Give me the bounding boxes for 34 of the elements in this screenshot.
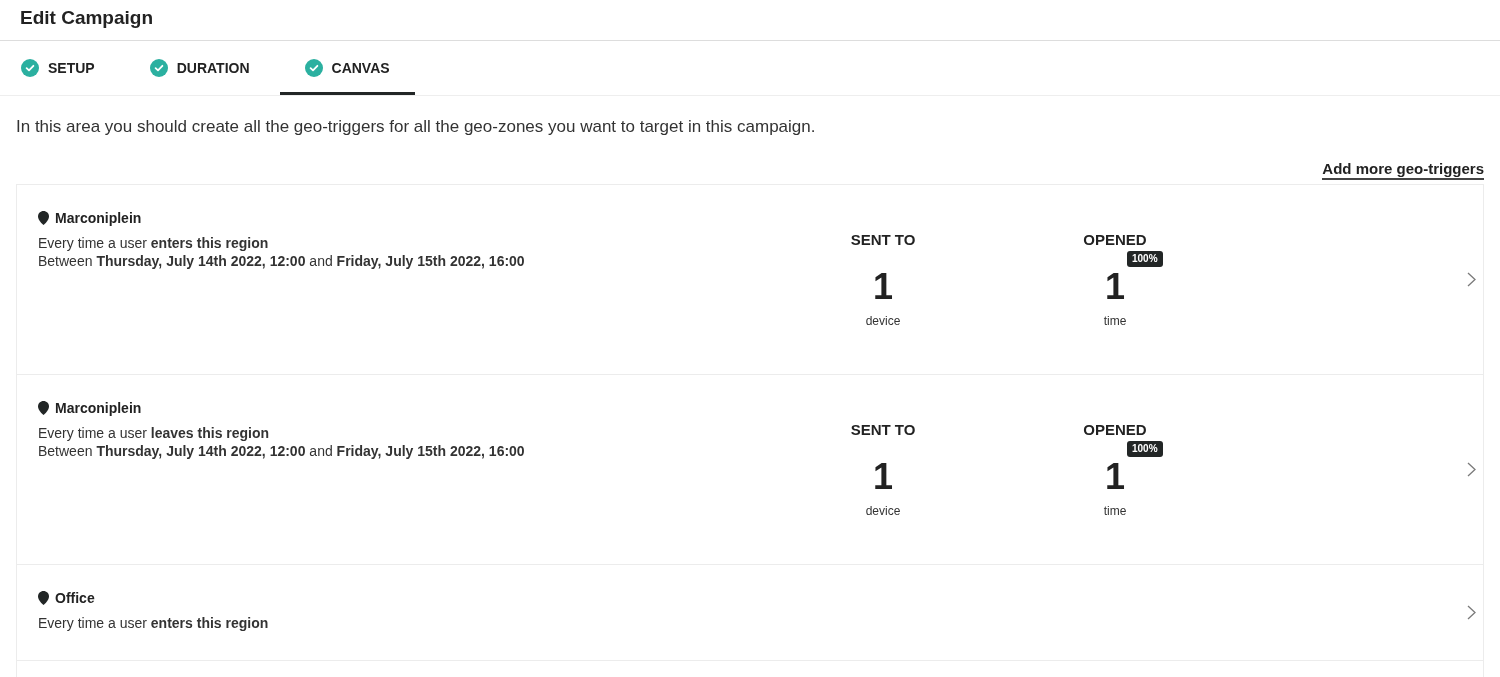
stat-value: 1	[1105, 457, 1125, 497]
stat-label: OPENED	[1083, 230, 1147, 250]
trigger-text: Every time a user leaves this region	[38, 424, 271, 442]
stat-unit: device	[865, 503, 901, 519]
schedule-text: Between Thursday, July 14th 2022, 12:00 and Friday, July 15th 2022, 16:00	[38, 252, 526, 270]
add-geo-triggers-link[interactable]: Add more geo-triggers	[1322, 159, 1484, 180]
stat-value: 1	[1105, 267, 1125, 307]
map-pin-icon	[38, 401, 49, 415]
trigger-text: Every time a user enters this region	[38, 614, 270, 632]
stat-label: OPENED	[1083, 420, 1147, 440]
stat-unit: time	[1103, 503, 1127, 519]
zone-name: Office	[55, 589, 95, 608]
chevron-right-icon	[1467, 462, 1476, 477]
stat-unit: device	[865, 313, 901, 329]
zone-name: Marconiplein	[55, 399, 142, 418]
percentage-badge: 100%	[1127, 251, 1163, 267]
map-pin-icon	[38, 591, 49, 605]
stat-value: 1	[873, 457, 893, 497]
page-title: Edit Campaign	[20, 5, 153, 30]
stat-label: SENT TO	[850, 420, 916, 440]
chevron-right-icon	[1467, 605, 1476, 620]
stat-value: 1	[873, 267, 893, 307]
schedule-text: Between Thursday, July 14th 2022, 12:00 and Friday, July 15th 2022, 16:00	[38, 442, 526, 460]
stat-label: SENT TO	[850, 230, 916, 250]
step-tab[interactable]: DURATION	[124, 41, 275, 95]
step-tab[interactable]: CANVAS	[279, 41, 415, 95]
zone-name: Marconiplein	[55, 209, 142, 228]
stat-unit: time	[1103, 313, 1127, 329]
step-tab[interactable]: SETUP	[0, 41, 120, 95]
map-pin-icon	[38, 211, 49, 225]
chevron-right-icon	[1467, 272, 1476, 287]
percentage-badge: 100%	[1127, 441, 1163, 457]
intro-text: In this area you should create all the geo-triggers for all the geo-zones you want to target in this campaign.	[15, 116, 817, 138]
trigger-text: Every time a user enters this region	[38, 234, 270, 252]
